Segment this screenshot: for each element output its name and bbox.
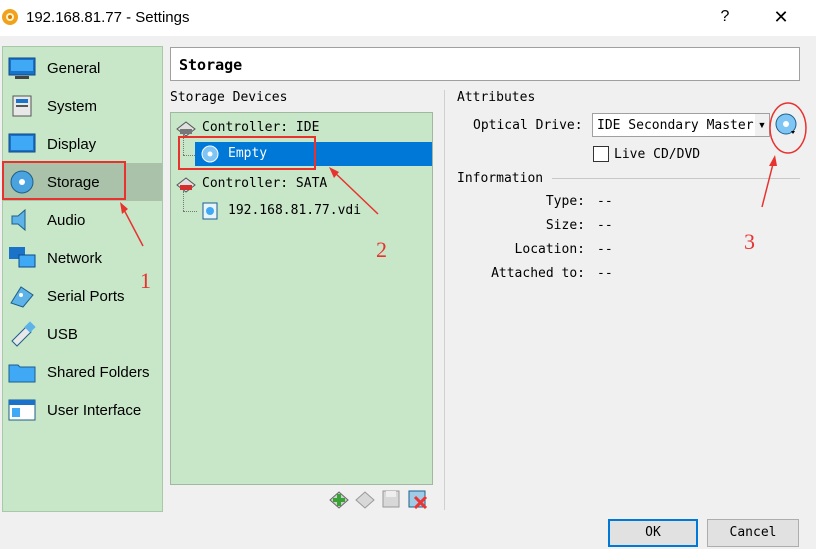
serial-ports-icon xyxy=(10,286,34,308)
user-interface-icon xyxy=(8,399,36,421)
sidebar-item-general[interactable]: General xyxy=(3,49,162,87)
info-attached-value: -- xyxy=(597,266,613,281)
sidebar-item-shared-folders[interactable]: Shared Folders xyxy=(3,353,162,391)
controller-icon xyxy=(176,121,196,137)
info-location-label: Location: xyxy=(514,242,585,257)
sidebar-item-display[interactable]: Display xyxy=(3,125,162,163)
tree-item-disk[interactable]: 192.168.81.77.vdi xyxy=(195,199,432,223)
controller-icon xyxy=(176,177,196,193)
sidebar-item-system[interactable]: System xyxy=(3,87,162,125)
tree-controller-ide[interactable]: Controller: IDE xyxy=(173,116,432,140)
tree-controller-sata[interactable]: Controller: SATA xyxy=(173,172,432,196)
live-cd-label: Live CD/DVD xyxy=(614,147,701,162)
optical-disc-icon xyxy=(201,145,219,163)
chevron-down-icon: ▼ xyxy=(755,114,769,136)
info-location-value: -- xyxy=(597,242,613,257)
tree-item-empty[interactable]: Empty xyxy=(195,142,432,166)
info-type-value: -- xyxy=(597,194,613,209)
usb-icon xyxy=(11,321,36,347)
audio-icon xyxy=(11,208,26,232)
storage-icon xyxy=(10,170,34,194)
panel-separator xyxy=(444,90,445,510)
ok-button[interactable]: OK xyxy=(608,519,698,547)
system-icon xyxy=(12,95,32,117)
storage-devices-label: Storage Devices xyxy=(170,90,288,105)
annotation-number-2: 2 xyxy=(376,237,387,262)
information-label: Information xyxy=(457,171,544,186)
storage-tree: Controller: IDE Empty Controller: SATA 1… xyxy=(170,112,433,485)
annotation-number-1: 1 xyxy=(140,268,151,293)
optical-drive-label: Optical Drive: xyxy=(473,118,583,133)
cancel-button[interactable]: Cancel xyxy=(707,519,799,547)
live-cd-checkbox[interactable] xyxy=(593,146,609,162)
remove-attachment-icon[interactable] xyxy=(406,488,428,510)
attributes-label: Attributes xyxy=(457,90,536,105)
remove-controller-icon[interactable] xyxy=(354,488,376,510)
sidebar-item-network[interactable]: Network xyxy=(3,239,162,277)
choose-optical-disk-icon[interactable] xyxy=(774,112,800,138)
virtualbox-gear-icon xyxy=(2,9,18,25)
info-size-value: -- xyxy=(597,218,613,233)
add-attachment-icon[interactable] xyxy=(328,488,350,510)
sidebar-item-usb[interactable]: USB xyxy=(3,315,162,353)
info-type-label: Type: xyxy=(545,194,585,209)
help-button[interactable]: ? xyxy=(714,6,736,28)
window-title: 192.168.81.77 - Settings xyxy=(26,9,190,26)
close-button[interactable]: ✕ xyxy=(770,6,792,28)
floppy-icon[interactable] xyxy=(380,488,402,510)
general-icon xyxy=(8,57,36,79)
display-icon xyxy=(8,133,36,153)
page-title: Storage xyxy=(170,47,800,81)
sidebar-item-storage[interactable]: Storage xyxy=(3,163,162,201)
info-attached-label: Attached to: xyxy=(491,266,585,281)
settings-sidebar: General System Display Storage Audio Net… xyxy=(2,46,163,512)
shared-folders-icon xyxy=(8,364,36,383)
title-bar: 192.168.81.77 - Settings ? ✕ xyxy=(0,0,816,36)
optical-drive-select[interactable]: IDE Secondary Master ▼ xyxy=(592,113,770,137)
sidebar-item-audio[interactable]: Audio xyxy=(3,201,162,239)
information-divider xyxy=(552,178,800,179)
annotation-number-3: 3 xyxy=(744,229,755,254)
info-size-label: Size: xyxy=(545,218,585,233)
hard-disk-icon xyxy=(202,202,218,220)
network-icon xyxy=(9,247,36,268)
sidebar-item-user-interface[interactable]: User Interface xyxy=(3,391,162,429)
annotation-arrow-3 xyxy=(761,155,777,208)
sidebar-item-serial-ports[interactable]: Serial Ports xyxy=(3,277,162,315)
